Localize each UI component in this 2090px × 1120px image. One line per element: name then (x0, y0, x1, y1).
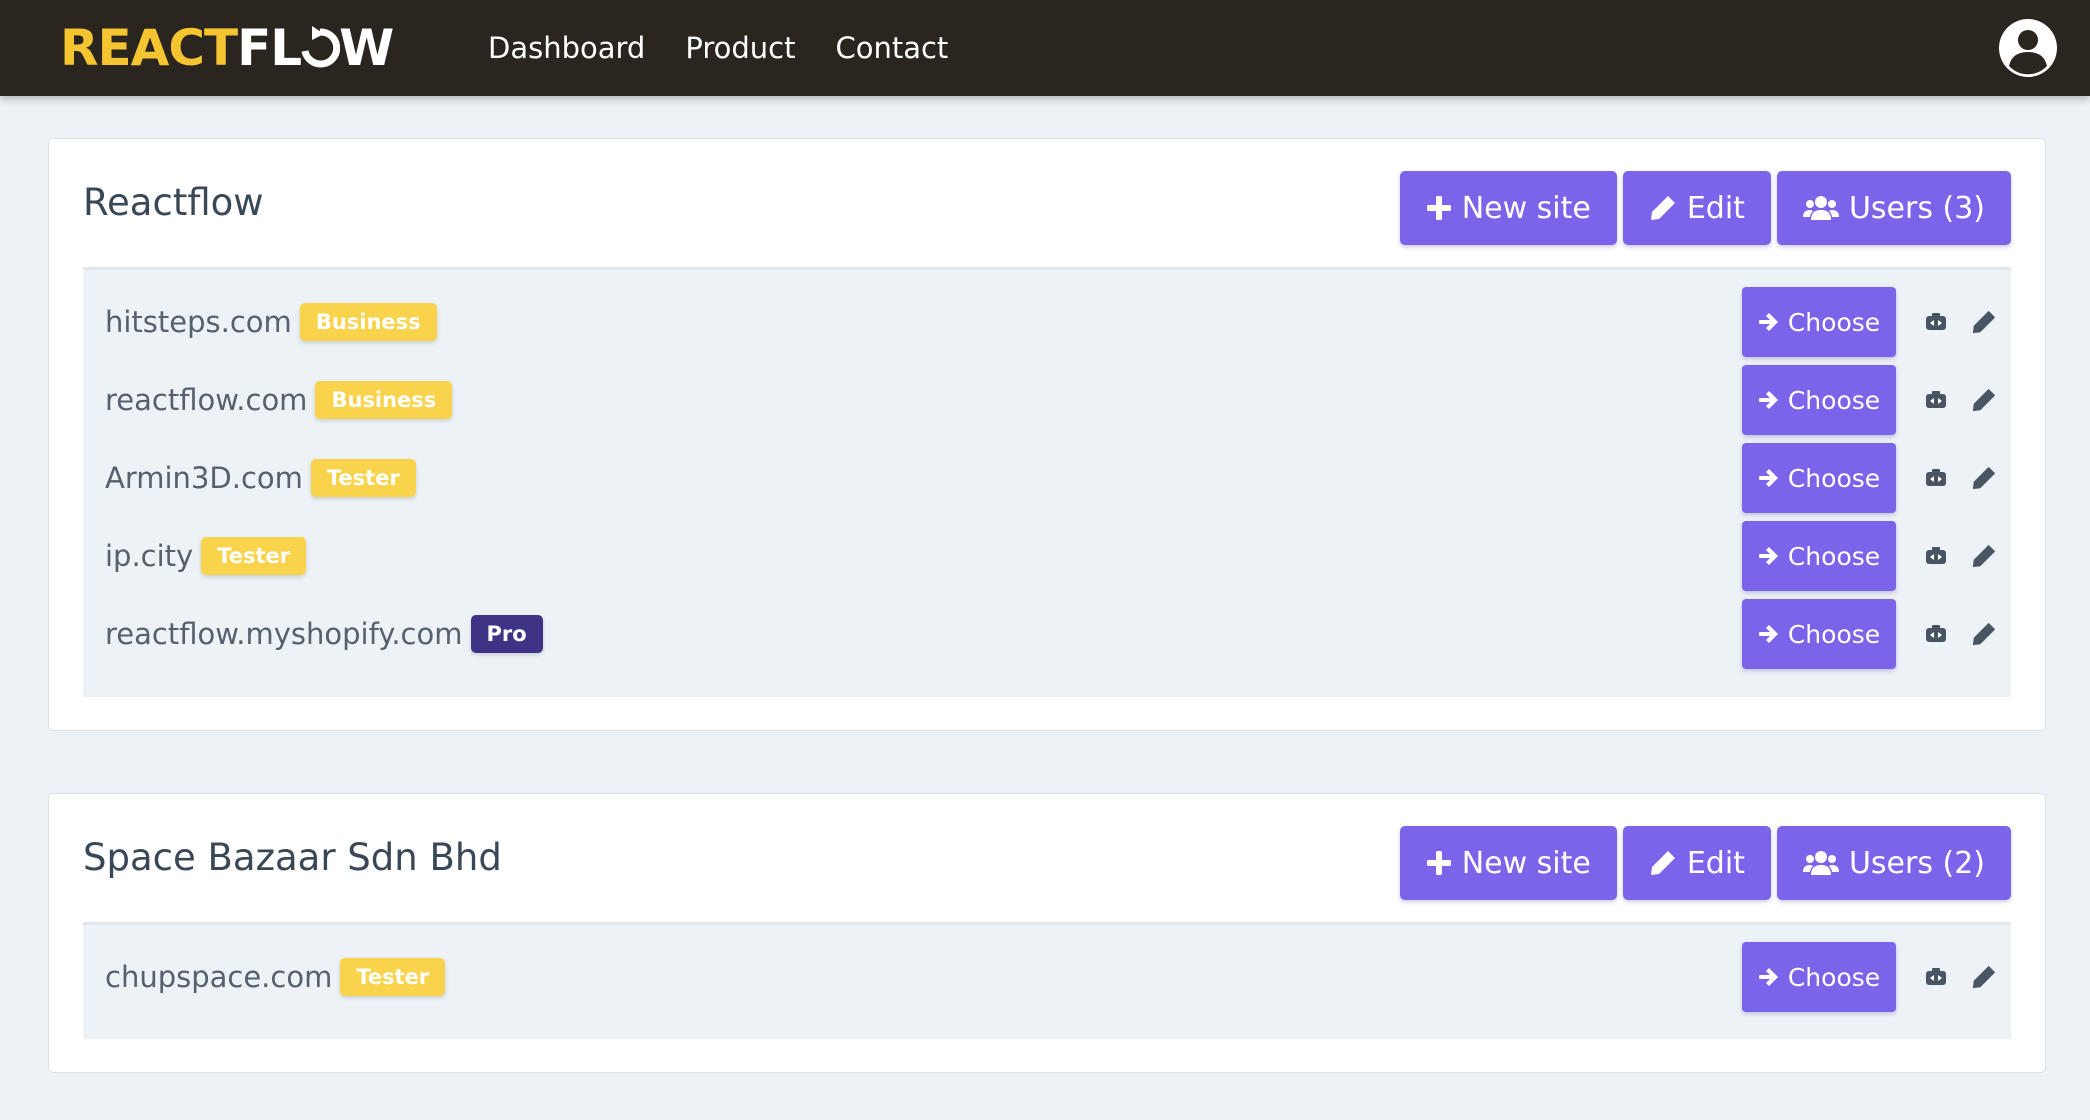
pencil-icon[interactable] (1971, 465, 1997, 491)
plan-badge: Pro (470, 615, 543, 653)
edit-org-button[interactable]: Edit (1622, 826, 1771, 900)
new-site-button[interactable]: New site (1399, 171, 1617, 245)
org-card-header: Reactflow New site Edit Users (3) (49, 139, 2045, 267)
site-row: hitsteps.com Business Choose (83, 283, 2011, 361)
site-row: reactflow.myshopify.com Pro Choose (83, 595, 2011, 673)
arrow-right-icon (1758, 968, 1778, 986)
pencil-icon (1650, 851, 1675, 875)
org-card-space-bazaar: Space Bazaar Sdn Bhd New site Edit Users… (48, 793, 2046, 1073)
site-domain: Armin3D.com (105, 461, 303, 495)
brand-flow: FL W (237, 19, 394, 77)
site-row: Armin3D.com Tester Choose (83, 439, 2011, 517)
site-domain: hitsteps.com (105, 305, 292, 339)
org-actions: New site Edit Users (3) (1399, 171, 2011, 245)
nav-product[interactable]: Product (685, 31, 795, 65)
site-info: Armin3D.com Tester (105, 439, 416, 517)
site-info: ip.city Tester (105, 517, 307, 595)
arrow-right-icon (1758, 547, 1778, 565)
brand-flow-fl: FL (237, 19, 302, 77)
brand-logo[interactable]: REACT FL W (60, 19, 394, 77)
nav-dashboard[interactable]: Dashboard (488, 31, 645, 65)
choose-label: Choose (1787, 307, 1881, 337)
users-button[interactable]: Users (2) (1776, 826, 2011, 900)
site-info: reactflow.com Business (105, 361, 453, 439)
site-domain: reactflow.com (105, 383, 308, 417)
new-site-button[interactable]: New site (1399, 826, 1617, 900)
pencil-icon (1650, 196, 1675, 220)
arrow-right-icon (1758, 391, 1778, 409)
plan-badge: Tester (340, 958, 446, 996)
site-domain: chupspace.com (105, 960, 333, 994)
site-domain: ip.city (105, 539, 194, 573)
switch-icon[interactable] (1923, 964, 1949, 990)
org-actions: New site Edit Users (2) (1399, 826, 2011, 900)
plan-badge: Tester (201, 537, 307, 575)
site-row: ip.city Tester Choose (83, 517, 2011, 595)
pencil-icon[interactable] (1971, 543, 1997, 569)
plan-badge: Business (299, 303, 437, 341)
org-title: Space Bazaar Sdn Bhd (83, 836, 502, 879)
edit-label: Edit (1686, 190, 1745, 226)
site-info: chupspace.com Tester (105, 938, 446, 1016)
plus-icon (1426, 196, 1451, 220)
choose-label: Choose (1787, 962, 1881, 992)
user-circle-icon[interactable] (1998, 18, 2058, 78)
switch-icon[interactable] (1923, 543, 1949, 569)
org-title: Reactflow (83, 181, 264, 224)
org-card-header: Space Bazaar Sdn Bhd New site Edit Users… (49, 794, 2045, 922)
arrow-right-icon (1758, 625, 1778, 643)
users-label: Users (2) (1848, 845, 1985, 881)
choose-button[interactable]: Choose (1742, 365, 1896, 435)
plan-badge: Business (315, 381, 453, 419)
choose-button[interactable]: Choose (1742, 599, 1896, 669)
brand-flow-w: W (339, 19, 394, 77)
nav-contact[interactable]: Contact (835, 31, 948, 65)
site-list: chupspace.com Tester Choose (83, 922, 2011, 1039)
choose-label: Choose (1787, 619, 1881, 649)
plus-icon (1426, 851, 1451, 875)
pencil-icon[interactable] (1971, 387, 1997, 413)
edit-org-button[interactable]: Edit (1622, 171, 1771, 245)
org-card-reactflow: Reactflow New site Edit Users (3) hitste… (48, 138, 2046, 731)
choose-button[interactable]: Choose (1742, 521, 1896, 591)
choose-label: Choose (1787, 463, 1881, 493)
brand-react: REACT (60, 19, 238, 77)
choose-label: Choose (1787, 385, 1881, 415)
switch-icon[interactable] (1923, 621, 1949, 647)
site-domain: reactflow.myshopify.com (105, 617, 463, 651)
pencil-icon[interactable] (1971, 964, 1997, 990)
users-button[interactable]: Users (3) (1776, 171, 2011, 245)
switch-icon[interactable] (1923, 309, 1949, 335)
plan-badge: Tester (310, 459, 416, 497)
users-icon (1802, 851, 1839, 875)
users-icon (1802, 196, 1839, 220)
main-nav: Dashboard Product Contact (488, 0, 988, 96)
choose-button[interactable]: Choose (1742, 287, 1896, 357)
choose-button[interactable]: Choose (1742, 942, 1896, 1012)
site-info: hitsteps.com Business (105, 283, 437, 361)
new-site-label: New site (1461, 190, 1591, 226)
top-navbar: REACT FL W Dashboard Product Contact (0, 0, 2090, 96)
switch-icon[interactable] (1923, 387, 1949, 413)
choose-label: Choose (1787, 541, 1881, 571)
edit-label: Edit (1686, 845, 1745, 881)
choose-button[interactable]: Choose (1742, 443, 1896, 513)
switch-icon[interactable] (1923, 465, 1949, 491)
refresh-o-icon (301, 26, 341, 68)
pencil-icon[interactable] (1971, 621, 1997, 647)
new-site-label: New site (1461, 845, 1591, 881)
pencil-icon[interactable] (1971, 309, 1997, 335)
site-row: reactflow.com Business Choose (83, 361, 2011, 439)
arrow-right-icon (1758, 469, 1778, 487)
arrow-right-icon (1758, 313, 1778, 331)
users-label: Users (3) (1848, 190, 1985, 226)
site-list: hitsteps.com Business Choose reactflow.c… (83, 267, 2011, 697)
site-info: reactflow.myshopify.com Pro (105, 595, 543, 673)
site-row: chupspace.com Tester Choose (83, 938, 2011, 1016)
